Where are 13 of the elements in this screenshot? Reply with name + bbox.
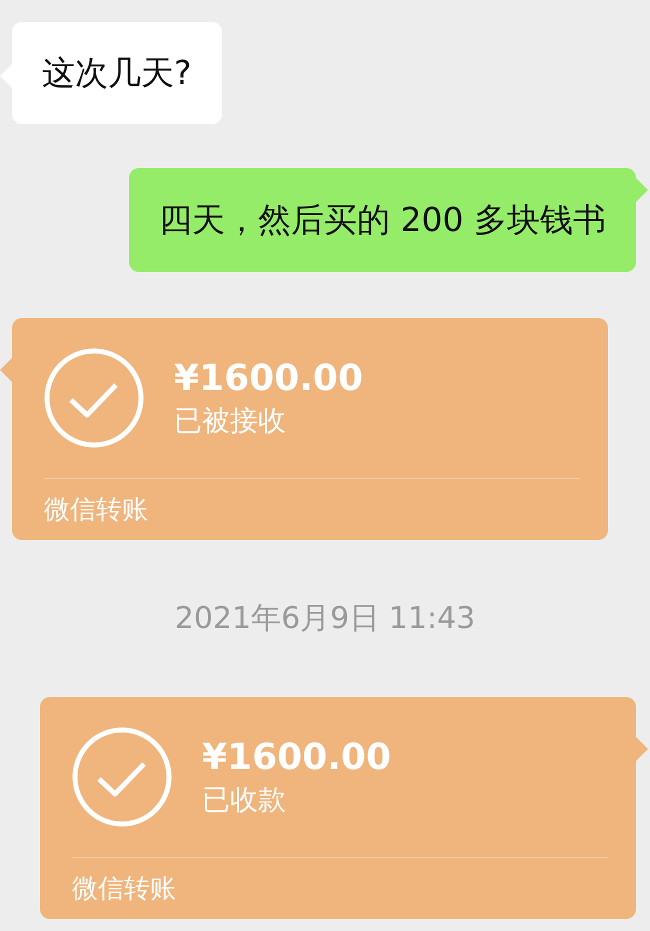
transfer-card[interactable]: ¥1600.00 已收款 微信转账 (40, 697, 636, 919)
message-bubble: 四天，然后买的 200 多块钱书 (129, 168, 636, 272)
transfer-card[interactable]: ¥1600.00 已被接收 微信转账 (12, 318, 608, 540)
check-circle-icon (44, 348, 144, 448)
check-circle-icon (72, 727, 172, 827)
transfer-amount: ¥1600.00 (174, 357, 364, 401)
transfer-label: 微信转账 (44, 494, 148, 527)
timestamp: 2021年6月9日 11:43 (174, 600, 476, 638)
transfer-amount: ¥1600.00 (202, 736, 392, 780)
transfer-status: 已被接收 (174, 403, 287, 439)
message-bubble: 这次几天? (12, 22, 222, 124)
transfer-status: 已收款 (202, 782, 287, 818)
transfer-label: 微信转账 (72, 873, 176, 906)
